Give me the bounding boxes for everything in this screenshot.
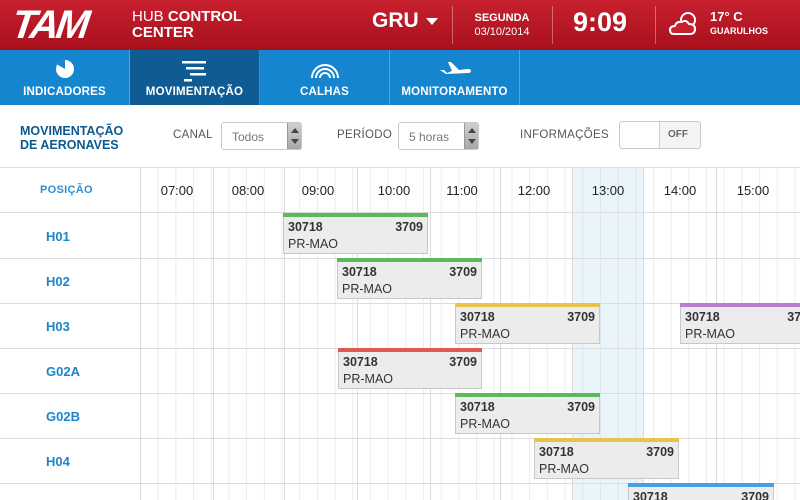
top-header: TAM HUB CONTROL CENTER GRU SEGUNDA 03/10…: [0, 0, 800, 50]
divider: [452, 6, 453, 44]
flight-block[interactable]: 30718 3709 PR-MAO: [534, 438, 679, 479]
aircraft-registration: PR-MAO: [460, 327, 510, 341]
section-title: MOVIMENTAÇÃO DE AERONAVES: [20, 124, 124, 152]
position-label: H01: [46, 229, 70, 244]
airport-selector[interactable]: GRU: [372, 9, 438, 33]
flight-id: 30718: [342, 265, 377, 279]
row-divider: [0, 393, 800, 394]
hour-gridline: [430, 168, 431, 500]
status-bar: [680, 303, 800, 307]
position-label: H02: [46, 274, 70, 289]
tab-calhas[interactable]: CALHAS: [260, 50, 390, 105]
flight-id: 30718: [288, 220, 323, 234]
informacoes-toggle[interactable]: OFF: [619, 121, 701, 149]
toggle-knob: [620, 122, 660, 148]
airport-code: GRU: [372, 9, 419, 32]
position-label: G02A: [46, 364, 80, 379]
tam-logo: TAM: [8, 3, 90, 47]
flight-id: 30718: [685, 310, 720, 324]
hour-label: 15:00: [736, 183, 770, 198]
position-label: H04: [46, 454, 70, 469]
flight-id: 30718: [633, 490, 668, 500]
hour-label: 09:00: [301, 183, 335, 198]
status-bar: [455, 303, 600, 307]
canal-label: CANAL: [173, 129, 213, 141]
flight-id: 30718: [460, 400, 495, 414]
informacoes-label: INFORMAÇÕES: [520, 129, 609, 141]
hour-label: 13:00: [591, 183, 625, 198]
flight-number: 3709: [567, 400, 595, 414]
aircraft-registration: PR-MAO: [460, 417, 510, 431]
status-bar: [337, 258, 482, 262]
tab-movimentacao[interactable]: MOVIMENTAÇÃO: [130, 50, 260, 105]
tab-monitoramento[interactable]: MONITORAMENTO: [390, 50, 520, 105]
hour-label: 08:00: [231, 183, 265, 198]
flight-number: 3709: [449, 355, 477, 369]
flight-block[interactable]: 30718 3709 PR-MAO: [455, 393, 600, 434]
flight-number: 3709: [567, 310, 595, 324]
position-label: G02B: [46, 409, 80, 424]
flight-id: 30718: [539, 445, 574, 459]
flight-block[interactable]: 30718 3709 PR-MAO: [455, 303, 600, 344]
canal-stepper[interactable]: Todos: [221, 122, 302, 150]
hour-label: 12:00: [517, 183, 551, 198]
hour-label: 14:00: [663, 183, 697, 198]
flight-id: 30718: [460, 310, 495, 324]
position-header: POSIÇÃO: [40, 184, 93, 196]
divider: [655, 6, 656, 44]
row-divider: [0, 438, 800, 439]
aircraft-registration: PR-MAO: [539, 462, 589, 476]
flight-number: 3709: [646, 445, 674, 459]
main-nav: INDICADORES MOVIMENTAÇÃO CALHAS MONITORA…: [0, 50, 800, 105]
flight-number: 3709: [395, 220, 423, 234]
aircraft-registration: PR-MAO: [343, 372, 393, 386]
aircraft-registration: PR-MAO: [288, 237, 338, 251]
flight-id: 30718: [343, 355, 378, 369]
divider: [552, 6, 553, 44]
partly-cloudy-icon: [668, 12, 697, 35]
pie-chart-icon: [55, 60, 74, 78]
airplane-icon: [439, 62, 471, 74]
app-title: HUB CONTROL CENTER: [132, 8, 243, 41]
flight-block[interactable]: 30718 3709 PR-MAO: [680, 303, 800, 344]
stepper-arrows-icon[interactable]: [287, 123, 301, 149]
flight-block[interactable]: 30718 3709: [628, 483, 774, 500]
position-label: H03: [46, 319, 70, 334]
status-bar: [455, 393, 600, 397]
weather-info: 17° C GUARULHOS: [710, 9, 768, 37]
status-bar: [283, 213, 428, 217]
tab-indicadores[interactable]: INDICADORES: [0, 50, 130, 105]
status-bar: [628, 483, 774, 487]
filter-bar: MOVIMENTAÇÃO DE AERONAVES CANAL Todos PE…: [0, 105, 800, 168]
periodo-stepper[interactable]: 5 horas: [398, 122, 479, 150]
clock: 9:09: [573, 7, 628, 37]
flight-block[interactable]: 30718 3709 PR-MAO: [338, 348, 482, 389]
time-header: POSIÇÃO 07:00 08:00 09:00 10:00 11:00 12:00 13…: [0, 168, 800, 213]
flight-number: 3709: [787, 310, 800, 324]
aircraft-registration: PR-MAO: [685, 327, 735, 341]
date-display: SEGUNDA 03/10/2014: [474, 12, 530, 38]
flight-number: 3709: [449, 265, 477, 279]
caret-down-icon: [425, 17, 438, 25]
flight-block[interactable]: 30718 3709 PR-MAO: [283, 213, 428, 254]
status-bar: [534, 438, 679, 442]
movement-lines-icon: [181, 61, 206, 82]
flight-block[interactable]: 30718 3709 PR-MAO: [337, 258, 482, 299]
hour-label: 11:00: [446, 183, 478, 198]
arcs-icon: [310, 64, 339, 79]
status-bar: [338, 348, 482, 352]
hour-label: 07:00: [160, 183, 194, 198]
aircraft-registration: PR-MAO: [342, 282, 392, 296]
periodo-label: PERÍODO: [337, 129, 393, 141]
position-column-divider: [140, 168, 141, 500]
hour-label: 10:00: [377, 183, 411, 198]
stepper-arrows-icon[interactable]: [464, 123, 478, 149]
timeline-grid: POSIÇÃO 07:00 08:00 09:00 10:00 11:00 12:00 13…: [0, 168, 800, 500]
flight-number: 3709: [741, 490, 769, 500]
hour-gridline: [213, 168, 214, 500]
